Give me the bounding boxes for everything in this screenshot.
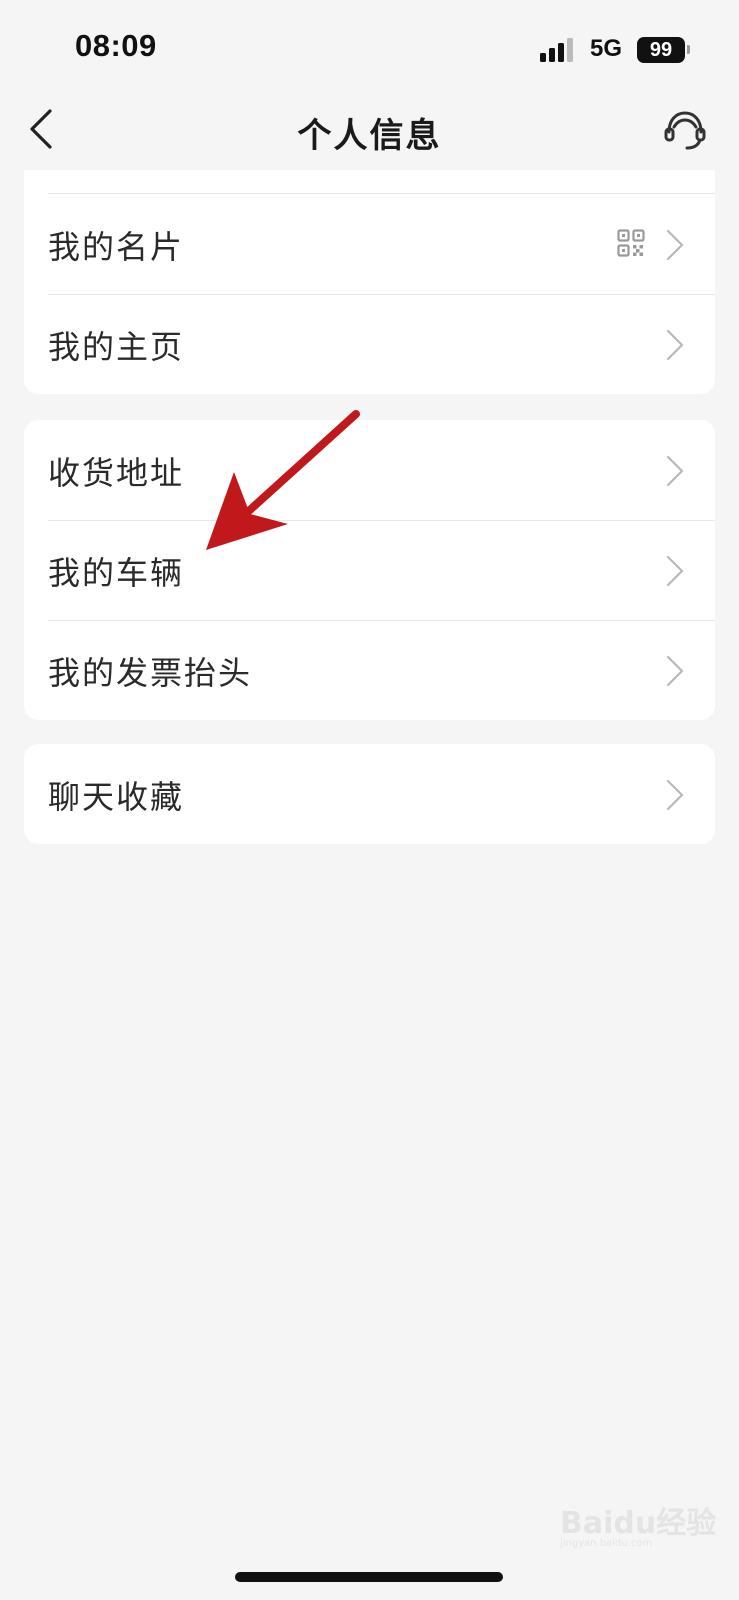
- nav-bar: 个人信息: [0, 90, 739, 170]
- chevron-right-icon: [666, 455, 684, 487]
- row-chat-favorites[interactable]: 聊天收藏: [24, 744, 715, 844]
- watermark-url: jingyan.baidu.com: [560, 1538, 653, 1549]
- signal-icon: [540, 38, 576, 62]
- chevron-right-icon: [666, 329, 684, 361]
- chevron-right-icon: [666, 555, 684, 587]
- row-label: 我的发票抬头: [48, 654, 253, 692]
- status-time: 08:09: [75, 28, 157, 63]
- headset-icon: [664, 111, 706, 150]
- qr-code-icon: [617, 229, 645, 257]
- scrolled-card-edge: [24, 170, 715, 194]
- row-label: 我的车辆: [48, 554, 185, 592]
- annotation-arrow-icon: [206, 410, 360, 550]
- home-indicator[interactable]: [235, 1572, 503, 1582]
- settings-group-1: 我的名片 我的主页: [24, 194, 715, 394]
- customer-service-button[interactable]: [660, 105, 710, 155]
- page-title: 个人信息: [297, 116, 442, 156]
- watermark-text: Baidu经验: [560, 1506, 717, 1541]
- battery-level: 99: [649, 39, 673, 61]
- row-my-invoice-title[interactable]: 我的发票抬头: [24, 620, 715, 720]
- status-bar: 08:09 5G 99: [0, 0, 739, 90]
- row-label: 收货地址: [48, 454, 185, 492]
- row-label: 聊天收藏: [48, 778, 185, 816]
- network-type: 5G: [590, 35, 623, 62]
- battery-nub: [687, 45, 690, 54]
- settings-group-3: 聊天收藏: [24, 744, 715, 844]
- row-label: 我的名片: [48, 228, 185, 266]
- row-my-card[interactable]: 我的名片: [24, 194, 715, 294]
- row-my-homepage[interactable]: 我的主页: [24, 294, 715, 394]
- baidu-watermark: Baidu经验 jingyan.baidu.com: [560, 1480, 730, 1550]
- chevron-right-icon: [666, 779, 684, 811]
- battery-icon: 99: [637, 37, 685, 63]
- chevron-right-icon: [666, 655, 684, 687]
- chevron-right-icon: [666, 229, 684, 261]
- row-label: 我的主页: [48, 328, 185, 366]
